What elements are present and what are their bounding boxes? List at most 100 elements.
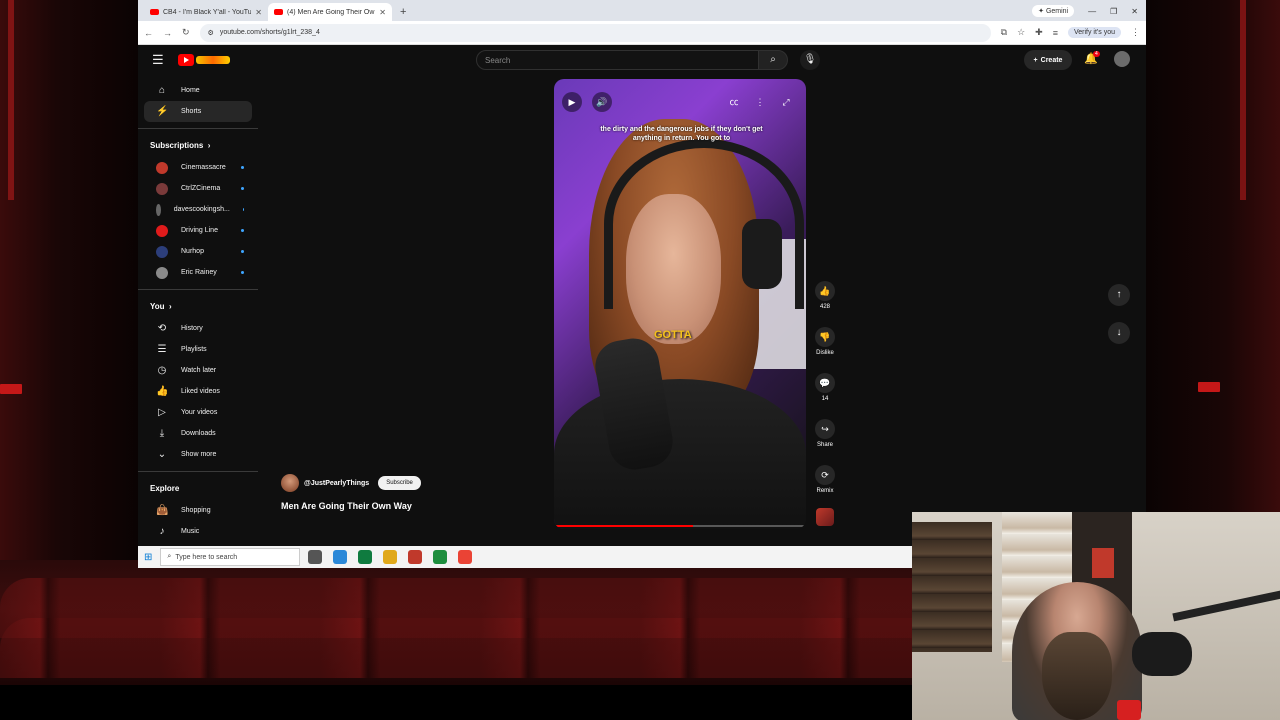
wall-poster [1092,548,1114,578]
you-heading-label: You [150,301,165,311]
fullscreen-icon[interactable]: ⤢ [776,92,796,112]
sidebar-item-nurhop[interactable]: Nurhop [144,241,252,262]
new-tab-button[interactable]: + [392,6,414,21]
streamer-beard [1042,632,1112,720]
subscribe-button[interactable]: Subscribe [378,476,421,490]
bookmark-star-icon[interactable]: ☆ [1017,27,1025,38]
search-icon[interactable]: ⌕ [758,50,788,70]
reload-icon[interactable]: ↻ [182,27,190,38]
extensions-icon[interactable]: ✚ [1035,27,1043,38]
hamburger-menu-icon[interactable]: ☰ [152,52,164,68]
you-heading[interactable]: You › [138,294,258,318]
remix-button[interactable]: ⟳ Remix [814,465,836,494]
account-avatar[interactable] [1114,51,1130,67]
sidebar-item-playlists[interactable]: ☰ Playlists [144,339,252,360]
close-window-icon[interactable]: ✕ [1131,7,1138,16]
like-button[interactable]: 👍 428 [814,281,836,310]
search-input[interactable]: Search [476,50,760,70]
more-options-icon[interactable]: ⋮ [750,92,770,112]
url-field[interactable]: ⚙ youtube.com/shorts/g1lrt_238_4 [199,23,991,42]
sidebar-item-ctrlzcinema[interactable]: CtrlZCinema [144,178,252,199]
gemini-button[interactable]: ✦ Gemini [1032,5,1075,17]
forward-icon[interactable]: → [163,28,172,38]
audio-thumbnail[interactable] [816,508,834,526]
comment-icon: 💬 [815,373,835,393]
windows-start-icon[interactable]: ⊞ [144,552,152,563]
media-controls-icon[interactable]: ≡ [1053,28,1058,38]
volume-icon[interactable]: 🔊 [592,92,612,112]
channel-avatar[interactable] [281,474,299,492]
taskbar-app-icon[interactable] [458,550,473,564]
thumbs-down-icon: 👎 [815,327,835,347]
share-label: Share [816,442,833,448]
sidebar-item-cinemassacre[interactable]: Cinemassacre [144,157,252,178]
arrow-up-icon[interactable]: ↑ [1108,284,1130,306]
taskbar-app-icon[interactable] [383,550,398,564]
tab-cb4[interactable]: CB4 - I'm Black Y'all - YouTube ✕ [144,3,268,21]
dislike-button[interactable]: 👎 Dislike [814,327,836,356]
sidebar-item-music[interactable]: ♪ Music [144,521,252,542]
sidebar-item-driving-line[interactable]: Driving Line [144,220,252,241]
captions-icon[interactable]: ㏄ [724,92,744,112]
sidebar-item-show-more[interactable]: ⌄ Show more [144,444,252,465]
sidebar-item-downloads[interactable]: ⤓ Downloads [144,423,252,444]
youtube-favicon-icon [274,9,283,15]
sidebar-item-watch-later[interactable]: ◷ Watch later [144,360,252,381]
sidebar-item-history[interactable]: ⟲ History [144,318,252,339]
close-tab-icon[interactable]: ✕ [255,8,262,17]
profile-verify-button[interactable]: Verify it's you [1067,27,1121,38]
sidebar-item-label: Home [181,87,200,94]
taskbar-app-icon[interactable] [408,550,423,564]
taskbar-app-icon[interactable] [308,550,323,564]
comment-count: 14 [821,396,829,402]
tab-current-short[interactable]: (4) Men Are Going Their Ow ✕ [268,3,392,21]
browser-menu-icon[interactable]: ⋮ [1131,27,1140,38]
sidebar-item-davescookingsh[interactable]: davescookingsh... [144,199,252,220]
download-icon: ⤓ [159,428,165,439]
video-subject-shirt [554,379,806,529]
microphone-icon[interactable]: 🎙 [800,50,820,70]
channel-avatar [156,203,161,216]
taskbar-search-input[interactable]: ⌕ Type here to search [160,548,301,566]
sidebar-item-shopping[interactable]: 👜 Shopping [144,500,252,521]
sidebar-item-your-videos[interactable]: ▷ Your videos [144,402,252,423]
sidebar-item-shorts[interactable]: ⚡ Shorts [144,101,252,122]
channel-handle[interactable]: @JustPearlyThings [304,480,369,487]
taskbar-app-icon[interactable] [358,550,373,564]
arrow-down-icon[interactable]: ↓ [1108,322,1130,344]
remix-icon: ⟳ [815,465,835,485]
windows-taskbar: ⊞ ⌕ Type here to search [138,546,912,568]
back-icon[interactable]: ← [144,28,153,38]
shorts-video-player[interactable]: ▶ 🔊 ㏄ ⋮ ⤢ the dirty and the dangerous jo… [554,79,806,529]
video-earcup [742,219,782,289]
site-info-icon[interactable]: ⚙ [208,29,214,37]
sidebar-item-liked-videos[interactable]: 👍 Liked videos [144,381,252,402]
install-icon[interactable]: ⧉ [1001,27,1007,38]
minimize-icon[interactable]: — [1088,7,1096,16]
close-tab-icon[interactable]: ✕ [379,8,386,17]
home-icon: ⌂ [158,85,166,96]
tab-label: CB4 - I'm Black Y'all - YouTube [163,8,252,16]
channel-avatar [156,266,168,279]
sidebar: ⌂ Home ⚡ Shorts Subscriptions › Cinemassac… [138,80,258,550]
comments-button[interactable]: 💬 14 [814,373,836,402]
short-metadata: @JustPearlyThings Subscribe Men Are Goin… [281,474,421,511]
sidebar-item-eric-rainey[interactable]: Eric Rainey [144,262,252,283]
play-icon[interactable]: ▶ [562,92,582,112]
thumbs-up-icon: 👍 [156,386,169,397]
taskbar-app-icon[interactable] [333,550,348,564]
music-icon: ♪ [159,526,165,537]
sidebar-item-home[interactable]: ⌂ Home [144,80,252,101]
progress-bar[interactable] [554,525,806,527]
create-button[interactable]: + Create [1024,50,1072,70]
subscriptions-heading[interactable]: Subscriptions › [138,133,258,157]
restore-icon[interactable]: ❐ [1110,7,1117,16]
url-text: youtube.com/shorts/g1lrt_238_4 [219,29,320,36]
new-content-dot [241,229,244,232]
sidebar-item-label: Music [181,528,200,535]
share-button[interactable]: ↪ Share [814,419,836,448]
tab-strip: CB4 - I'm Black Y'all - YouTube ✕ (4) Me… [138,0,1146,21]
streamer-microphone [1132,632,1192,676]
taskbar-app-icon[interactable] [433,550,448,564]
youtube-logo[interactable] [177,53,230,67]
